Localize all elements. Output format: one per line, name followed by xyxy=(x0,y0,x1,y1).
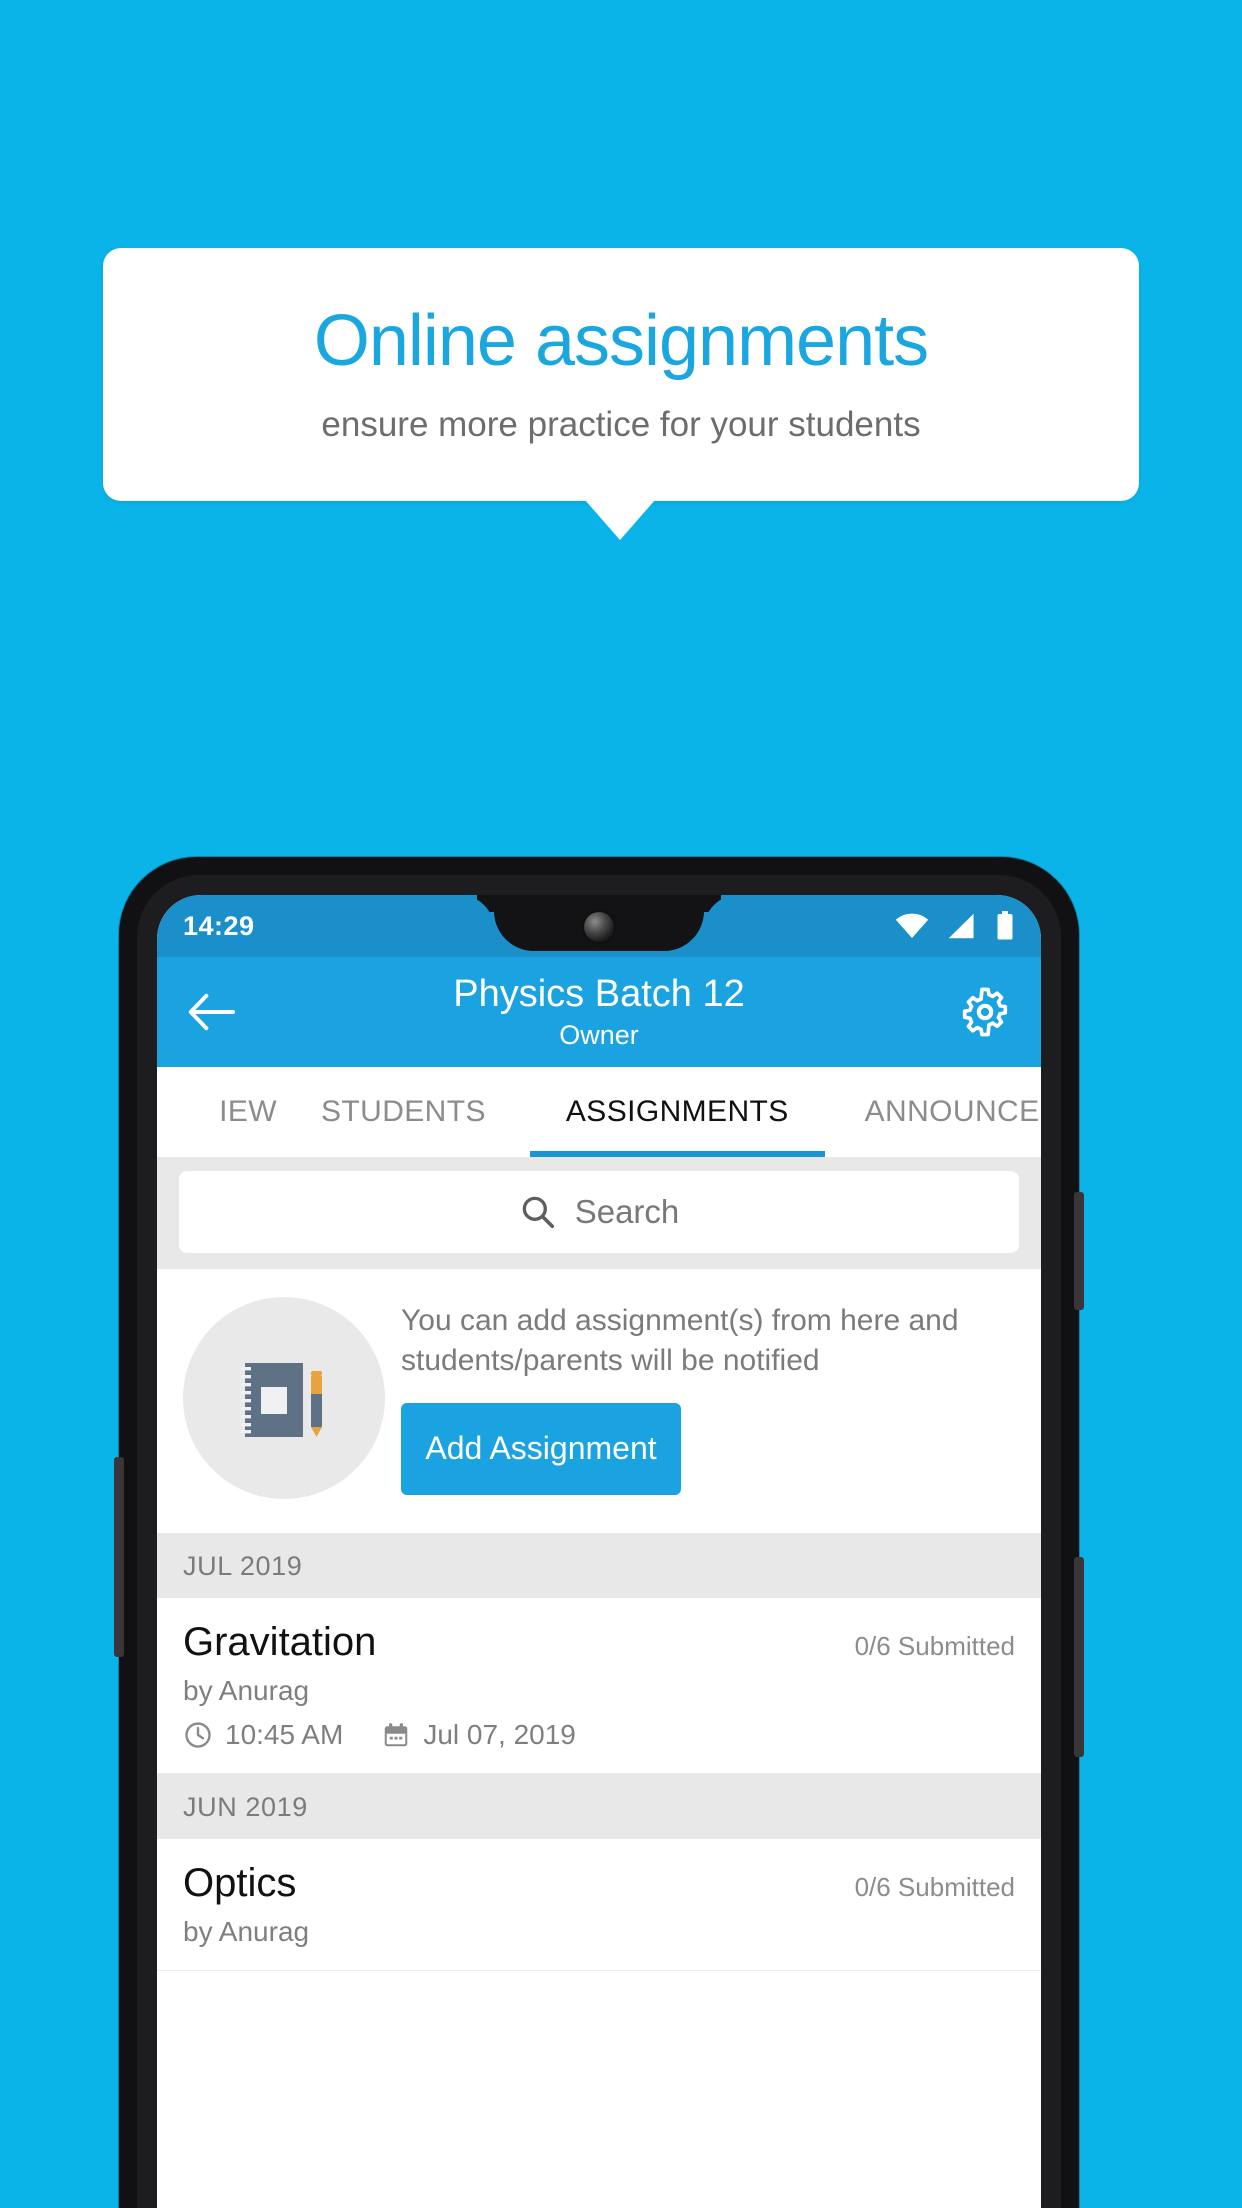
tab-bar: IEW STUDENTS ASSIGNMENTS ANNOUNCEM xyxy=(157,1067,1041,1157)
section-header-jul-2019: JUL 2019 xyxy=(157,1533,1041,1598)
back-button[interactable] xyxy=(187,993,235,1031)
phone-screen: 14:29 Physics Batch 12 Owner IEW STUDENT… xyxy=(157,895,1041,2208)
status-badge: 0/6 Submitted xyxy=(854,1872,1015,1902)
tab-students[interactable]: STUDENTS xyxy=(277,1067,530,1157)
assignment-author: by Anurag xyxy=(183,1675,310,1706)
add-assignment-promo-text: You can add assignment(s) from here and … xyxy=(401,1304,959,1377)
signal-icon xyxy=(947,913,977,939)
assignment-date: Jul 07, 2019 xyxy=(423,1719,576,1750)
list-item[interactable]: Optics 0/6 Submitted by Anurag xyxy=(157,1839,1041,1971)
status-bar: 14:29 xyxy=(157,895,1041,957)
search-placeholder: Search xyxy=(574,1193,680,1230)
assignment-row-top: Optics 0/6 Submitted xyxy=(183,1861,1015,1906)
gear-icon xyxy=(959,986,1011,1038)
phone-notch xyxy=(494,895,704,951)
search-bar-container: Search xyxy=(157,1157,1041,1269)
battery-icon xyxy=(995,911,1015,941)
promo-bubble-tail xyxy=(585,500,655,540)
assignment-row-top: Gravitation 0/6 Submitted xyxy=(183,1620,1015,1665)
assignment-meta: 10:45 AM Jul 07, 2019 xyxy=(183,1719,1015,1751)
add-assignment-promo: You can add assignment(s) from here and … xyxy=(157,1269,1041,1533)
wifi-icon xyxy=(895,913,929,939)
phone-frame: 14:29 Physics Batch 12 Owner IEW STUDENT… xyxy=(114,857,1084,2208)
assignment-title: Gravitation xyxy=(183,1620,377,1664)
assignment-title: Optics xyxy=(183,1861,297,1905)
clock-icon xyxy=(183,1720,213,1750)
promo-title: Online assignments xyxy=(313,300,929,381)
page-title: Physics Batch 12 xyxy=(453,972,745,1015)
search-icon xyxy=(519,1193,557,1231)
section-header-jun-2019: JUN 2019 xyxy=(157,1774,1041,1839)
tab-overview[interactable]: IEW xyxy=(157,1067,277,1157)
add-assignment-promo-body: You can add assignment(s) from here and … xyxy=(401,1301,1015,1495)
app-bar: Physics Batch 12 Owner xyxy=(157,957,1041,1067)
tab-announcements[interactable]: ANNOUNCEM xyxy=(825,1067,1041,1157)
phone-bezel: 14:29 Physics Batch 12 Owner IEW STUDENT… xyxy=(137,875,1061,2208)
promo-subtitle: ensure more practice for your students xyxy=(321,405,921,445)
assignment-time: 10:45 AM xyxy=(225,1719,344,1750)
notebook-and-pen-icon xyxy=(183,1297,385,1499)
status-badge: 0/6 Submitted xyxy=(854,1631,1015,1661)
status-bar-clock: 14:29 xyxy=(183,910,255,941)
app-bar-titles: Physics Batch 12 Owner xyxy=(157,957,1041,1067)
front-camera xyxy=(584,912,614,942)
promo-bubble: Online assignments ensure more practice … xyxy=(103,248,1139,501)
add-assignment-button[interactable]: Add Assignment xyxy=(401,1402,681,1495)
calendar-icon xyxy=(381,1720,411,1750)
tab-assignments[interactable]: ASSIGNMENTS xyxy=(529,1067,825,1157)
phone-volume-button[interactable] xyxy=(1074,1557,1084,1757)
status-bar-icons xyxy=(895,911,1015,941)
phone-power-button[interactable] xyxy=(1074,1192,1084,1310)
phone-side-button-left[interactable] xyxy=(114,1457,124,1657)
search-input[interactable]: Search xyxy=(179,1171,1019,1253)
back-arrow-icon xyxy=(187,993,235,1031)
page-subtitle: Owner xyxy=(559,1020,639,1051)
list-item[interactable]: Gravitation 0/6 Submitted by Anurag 10:4… xyxy=(157,1598,1041,1774)
settings-button[interactable] xyxy=(959,986,1011,1038)
assignment-author: by Anurag xyxy=(183,1916,310,1947)
